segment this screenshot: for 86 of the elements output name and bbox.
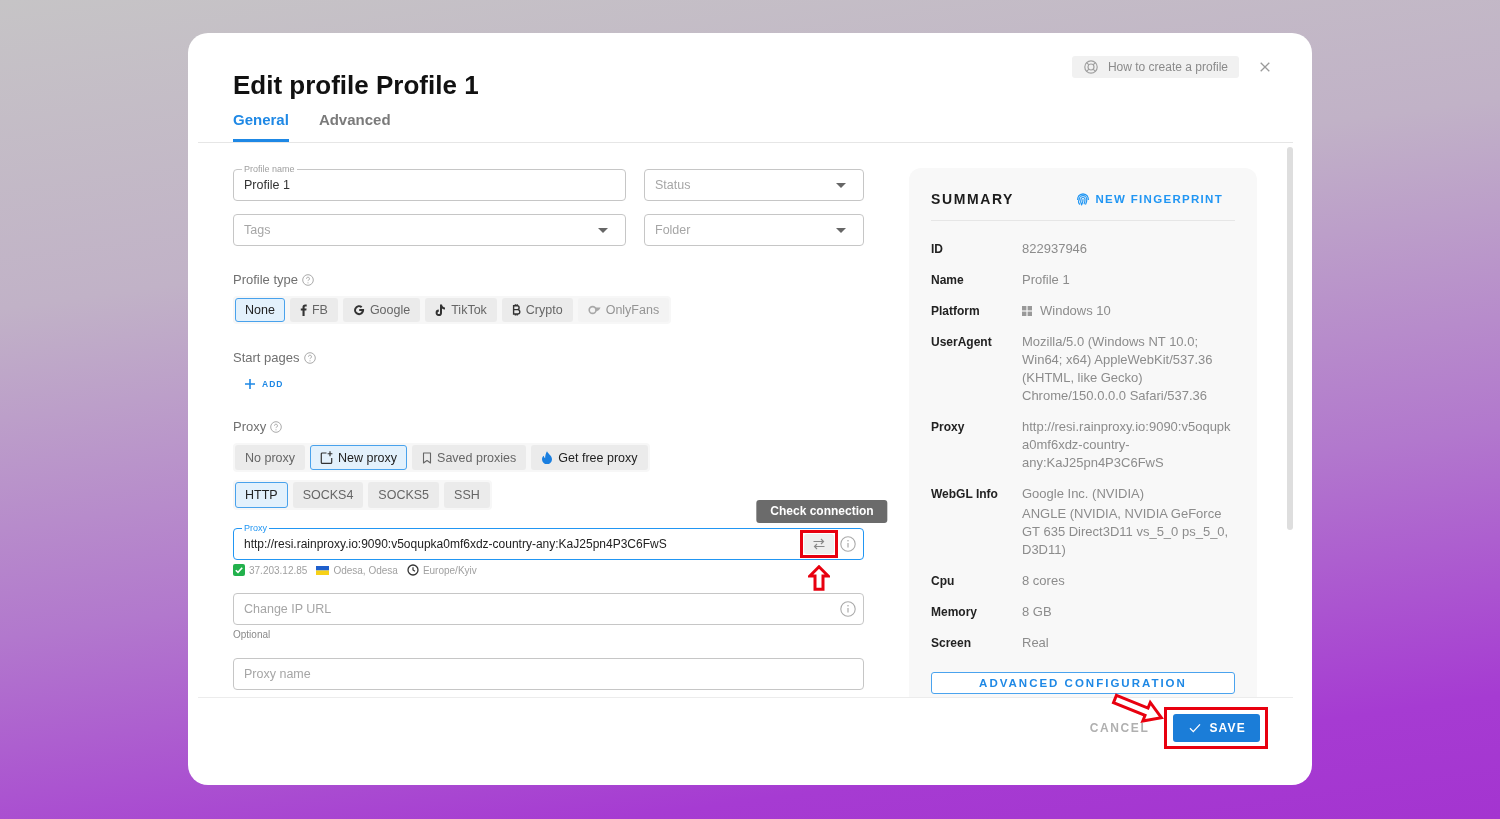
profile-type-chip[interactable]: None [235,298,285,322]
protocol-chip[interactable]: SOCKS5 [368,482,440,508]
fingerprint-icon [1075,192,1090,206]
plus-icon [245,379,255,389]
profile-type-chip[interactable]: Google [342,298,421,322]
section-label: Profile type [233,271,299,289]
letter-g-icon [352,304,365,316]
proxy-mode-chip[interactable]: Saved proxies [412,445,527,470]
four-squares-icon [1022,306,1032,316]
summary-title: SUMMARY [931,191,1014,207]
swap-arrows-icon [812,538,826,550]
help-icon[interactable] [302,274,315,286]
bitcoin-icon [511,304,521,316]
protocol-chip[interactable]: SSH [444,482,490,508]
caret-icon [598,227,608,233]
help-button[interactable]: How to create a profile [1071,56,1239,78]
tab[interactable]: Advanced [318,104,391,142]
proxy-mode-chip[interactable]: No proxy [235,445,306,470]
summary-value: Real [1022,634,1049,652]
folder-select[interactable]: Folder [644,214,864,246]
summary-label: UserAgent [931,334,993,351]
profile-type-chip[interactable]: Crypto [501,298,573,322]
advanced-configuration-button[interactable]: ADVANCED CONFIGURATION [931,672,1235,694]
summary-value: Profile 1 [1022,271,1070,289]
summary-value: Mozilla/5.0 (Windows NT 10.0; Win64; x64) AppleWebKit/537.36 (KHTML, like Gecko) Chrome/150.0.0.0 Safari/537.36 [1022,333,1214,405]
tooltip: Check connection [756,500,888,523]
profile-type-chip[interactable]: TikTok [425,298,497,322]
music-note-icon [435,304,447,316]
summary-value: 8 GB [1022,603,1052,621]
info-icon[interactable] [840,536,856,552]
summary-label: Platform [931,303,981,320]
tab[interactable]: General [233,104,289,142]
check-result-text: 37.203.12.85 [249,564,308,576]
lifebuoy-icon [1083,60,1098,74]
summary-value: 8 cores [1022,572,1065,590]
summary-label: Screen [931,635,973,652]
check-result-text: Odesa, Odesa [333,564,398,576]
add-button[interactable]: ADD [245,376,284,392]
new-fingerprint-button[interactable]: NEW FINGERPRINT [1075,192,1223,206]
annotation-frame [800,530,838,558]
summary-value: 822937946 [1022,240,1088,258]
clock-icon [406,564,419,576]
caret-icon [836,182,846,188]
summary-label: Cpu [931,573,956,590]
summary-label: Proxy [931,419,966,436]
check-square-icon [233,564,245,576]
summary-label: WebGL Info [931,486,999,503]
summary-label: ID [931,241,944,258]
summary-value: Windows 10 [1040,302,1111,320]
save-button[interactable]: SAVE [1173,714,1260,742]
protocol-chip[interactable]: SOCKS4 [292,482,364,508]
section-label: Start pages [233,349,300,367]
annotation-arrow [808,565,830,591]
add-square-icon [320,451,334,464]
field-label: Profile name [242,164,297,175]
dialog-title: Edit profile Profile 1 [233,70,479,100]
proxy-mode-chip[interactable]: New proxy [310,445,408,470]
proxy-mode-chip[interactable]: Get free proxy [531,445,648,470]
summary-value: Google Inc. (NVIDIA) [1022,485,1145,503]
field-label: Proxy [242,523,269,534]
protocol-chip[interactable]: HTTP [235,482,288,508]
caret-icon [836,227,846,233]
check-result-text: Europe/Kyiv [422,564,477,576]
summary-value: ANGLE (NVIDIA, NVIDIA GeForce GT 635 Direct3D11 vs_5_0 ps_5_0, D3D11) [1022,505,1230,559]
change-ip-url-field[interactable]: Change IP URL [233,593,864,625]
ring-icon [587,305,601,315]
summary-label: Memory [931,604,978,621]
info-icon[interactable] [840,601,856,617]
tags-select[interactable]: Tags [233,214,626,246]
helper-text: Optional [233,628,272,642]
proxy-name-field[interactable]: Proxy name [233,658,864,690]
summary-value: http://resi.rainproxy.io:9090:v5oqupka0mf6xdz-country-any:KaJ25pn4P3C6FwS [1022,418,1232,472]
flag-icon [316,565,330,575]
summary-label: Name [931,272,965,289]
flame-icon [541,451,554,464]
bookmark-icon [422,451,433,464]
help-icon[interactable] [270,421,283,433]
letter-f-icon [299,304,307,316]
help-icon[interactable] [303,352,316,364]
scrollbar-thumb[interactable] [1287,147,1293,530]
check-icon [1189,723,1202,733]
close-icon[interactable] [1260,62,1270,72]
status-select[interactable]: Status [644,169,864,201]
profile-type-chip[interactable]: FB [289,298,338,322]
section-label: Proxy [233,418,267,436]
swap-button[interactable] [804,534,834,554]
